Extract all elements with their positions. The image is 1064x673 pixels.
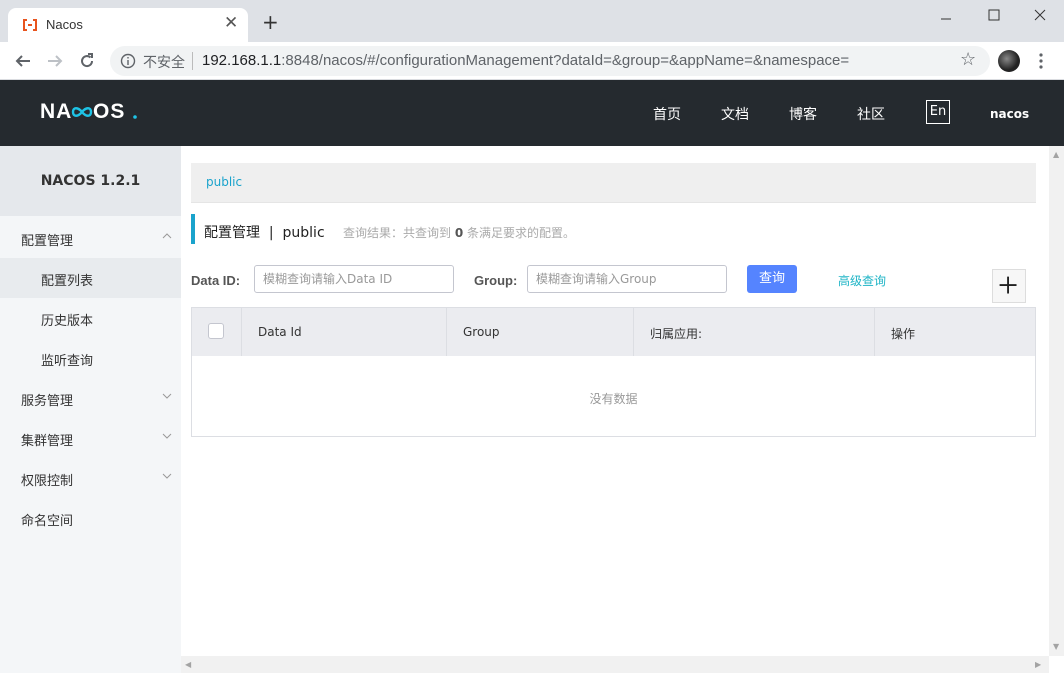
profile-avatar[interactable] bbox=[998, 50, 1020, 72]
scroll-down-icon[interactable]: ▼ bbox=[1053, 642, 1059, 651]
browser-menu-icon[interactable] bbox=[1034, 51, 1048, 71]
dataid-label: Data ID: bbox=[191, 273, 241, 288]
page-title: 配置管理 | public bbox=[204, 225, 325, 241]
url-text[interactable]: 192.168.1.1:8848/nacos/#/configurationMa… bbox=[202, 52, 849, 69]
nacos-logo[interactable]: NA OS bbox=[40, 97, 140, 127]
column-header-dataid[interactable]: Data Id bbox=[242, 308, 447, 356]
browser-toolbar: 不安全 192.168.1.1:8848/nacos/#/configurati… bbox=[0, 42, 1064, 80]
sidebar-item-label: 集群管理 bbox=[21, 434, 74, 449]
nav-community[interactable]: 社区 bbox=[857, 104, 885, 124]
column-label: 归属应用: bbox=[650, 327, 703, 341]
column-label: 操作 bbox=[891, 327, 916, 341]
sidebar-item-config-management[interactable]: 配置管理 bbox=[0, 218, 181, 258]
sidebar-item-access-control[interactable]: 权限控制 bbox=[0, 458, 181, 498]
url-path: :8848/nacos/#/configurationManagement?da… bbox=[281, 52, 850, 69]
sidebar-item-service-management[interactable]: 服务管理 bbox=[0, 378, 181, 418]
scroll-right-icon[interactable]: ▶ bbox=[1035, 660, 1041, 669]
info-icon[interactable] bbox=[120, 53, 136, 69]
reload-icon[interactable] bbox=[78, 52, 96, 70]
window-close-icon[interactable] bbox=[1026, 4, 1054, 28]
tab-title: Nacos bbox=[46, 17, 83, 32]
chevron-down-icon bbox=[162, 433, 172, 439]
insecure-label: 不安全 bbox=[143, 55, 185, 71]
sidebar-item-label: 历史版本 bbox=[41, 314, 94, 329]
sidebar-item-label: 服务管理 bbox=[21, 394, 74, 409]
main-content: public 配置管理 | public 查询结果：共查询到 0 条满足要求的配… bbox=[181, 146, 1049, 656]
result-prefix: 查询结果：共查询到 bbox=[343, 226, 452, 240]
column-label: Data Id bbox=[258, 325, 302, 339]
svg-text:OS: OS bbox=[93, 100, 125, 123]
scroll-up-icon[interactable]: ▲ bbox=[1053, 150, 1059, 159]
query-result-summary: 查询结果：共查询到 0 条满足要求的配置。 bbox=[343, 224, 575, 241]
sidebar-item-listener-query[interactable]: 监听查询 bbox=[0, 338, 181, 378]
nav-home[interactable]: 首页 bbox=[653, 104, 681, 124]
group-label: Group: bbox=[474, 273, 518, 288]
new-tab-icon[interactable]: + bbox=[262, 12, 279, 32]
browser-tab[interactable]: Nacos ✕ bbox=[8, 8, 248, 42]
sidebar-item-cluster-management[interactable]: 集群管理 bbox=[0, 418, 181, 458]
chevron-down-icon bbox=[162, 473, 172, 479]
horizontal-scrollbar[interactable]: ◀ ▶ bbox=[181, 656, 1049, 673]
result-suffix: 条满足要求的配置。 bbox=[467, 226, 576, 240]
sidebar-item-namespace[interactable]: 命名空间 bbox=[0, 498, 181, 538]
table-header: Data Id Group 归属应用: 操作 bbox=[192, 308, 1035, 356]
add-config-button[interactable] bbox=[992, 269, 1026, 303]
select-all-cell bbox=[192, 308, 242, 356]
sidebar-item-label: 权限控制 bbox=[21, 474, 74, 489]
column-header-actions[interactable]: 操作 bbox=[875, 308, 1035, 356]
forward-arrow-icon[interactable] bbox=[46, 52, 64, 70]
sidebar-header: NACOS 1.2.1 bbox=[0, 146, 181, 216]
maximize-icon[interactable] bbox=[980, 4, 1008, 28]
dataid-input[interactable]: 模糊查询请输入Data ID bbox=[254, 265, 454, 293]
url-host: 192.168.1.1 bbox=[202, 52, 282, 69]
username[interactable]: nacos bbox=[990, 107, 1029, 121]
chevron-down-icon bbox=[162, 393, 172, 399]
column-header-group[interactable]: Group bbox=[447, 308, 634, 356]
column-label: Group bbox=[463, 325, 500, 339]
chevron-up-icon bbox=[162, 233, 172, 239]
sidebar-item-label: 命名空间 bbox=[21, 514, 74, 529]
empty-state-text: 没有数据 bbox=[589, 392, 638, 406]
sidebar-item-config-list[interactable]: 配置列表 bbox=[0, 258, 181, 298]
query-button[interactable]: 查询 bbox=[747, 265, 797, 293]
title-accent-bar bbox=[191, 214, 195, 244]
svg-text:NA: NA bbox=[40, 100, 72, 123]
column-header-app[interactable]: 归属应用: bbox=[634, 308, 875, 356]
sidebar-item-history[interactable]: 历史版本 bbox=[0, 298, 181, 338]
sidebar-item-label: 配置列表 bbox=[41, 274, 94, 289]
select-all-checkbox[interactable] bbox=[208, 323, 224, 339]
nav-blog[interactable]: 博客 bbox=[789, 104, 817, 124]
nacos-favicon-icon bbox=[23, 19, 37, 31]
bookmark-star-icon[interactable]: ☆ bbox=[960, 51, 976, 69]
result-count: 0 bbox=[454, 226, 464, 240]
plus-icon bbox=[999, 276, 1017, 294]
browser-tabstrip: Nacos ✕ + bbox=[0, 0, 1064, 42]
nav-docs[interactable]: 文档 bbox=[721, 104, 749, 124]
config-table: Data Id Group 归属应用: 操作 没有数据 bbox=[191, 307, 1036, 437]
address-separator bbox=[192, 52, 193, 70]
tab-close-icon[interactable]: ✕ bbox=[224, 15, 238, 32]
sidebar-item-label: 配置管理 bbox=[21, 234, 74, 249]
advanced-query-link[interactable]: 高级查询 bbox=[838, 272, 886, 289]
group-input[interactable]: 模糊查询请输入Group bbox=[527, 265, 727, 293]
sidebar-title: NACOS 1.2.1 bbox=[40, 173, 141, 189]
namespace-link-public[interactable]: public bbox=[206, 175, 242, 189]
namespace-bar: public bbox=[191, 163, 1036, 203]
address-bar[interactable]: 不安全 192.168.1.1:8848/nacos/#/configurati… bbox=[110, 46, 990, 76]
minimize-icon[interactable] bbox=[932, 4, 960, 28]
back-arrow-icon[interactable] bbox=[14, 52, 32, 70]
scroll-left-icon[interactable]: ◀ bbox=[185, 660, 191, 669]
vertical-scrollbar[interactable]: ▲ ▼ bbox=[1049, 146, 1064, 656]
sidebar-item-label: 监听查询 bbox=[41, 354, 94, 369]
language-switch-button[interactable]: En bbox=[926, 100, 950, 124]
sidebar: NACOS 1.2.1 配置管理 配置列表 历史版本 监听查询 服务管理 集群管… bbox=[0, 146, 181, 673]
app-header: NA OS 首页 文档 博客 社区 bbox=[0, 80, 1064, 146]
